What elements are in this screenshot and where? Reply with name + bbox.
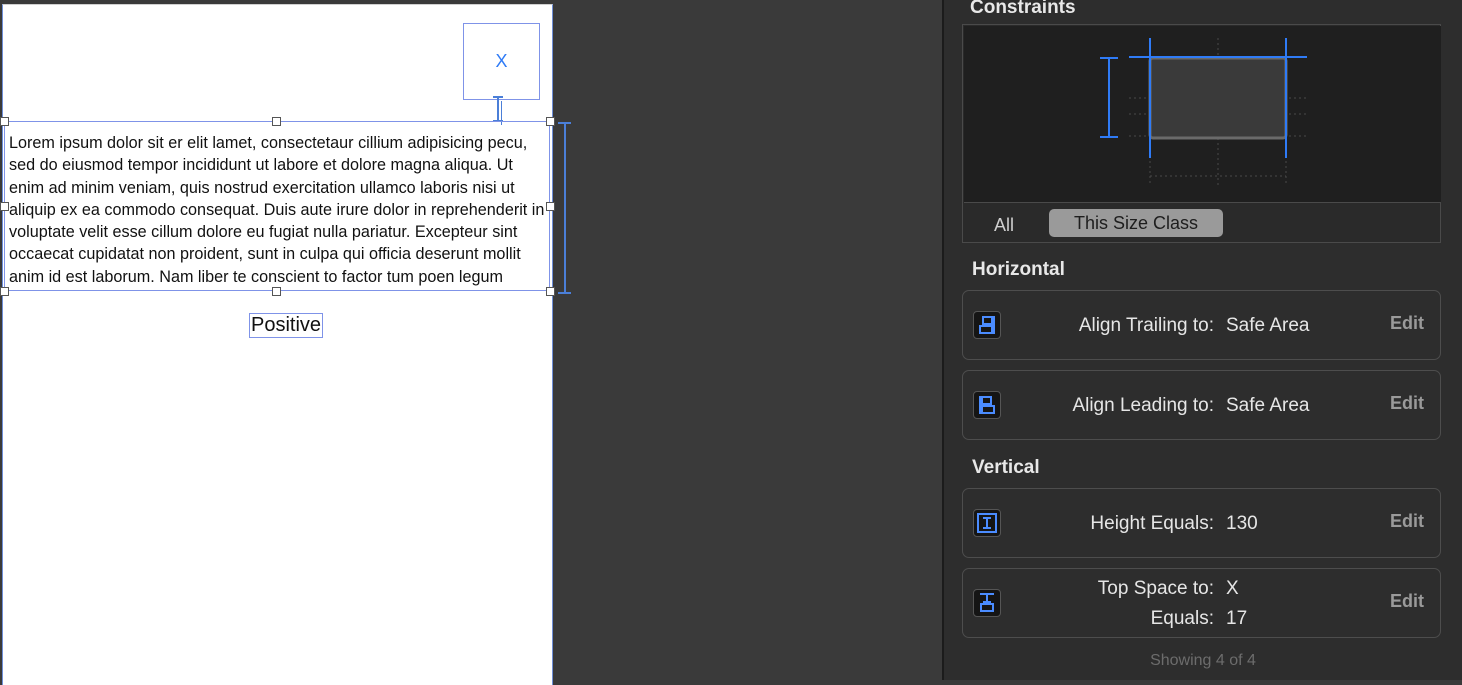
text-view-content: Lorem ipsum dolor sit er elit lamet, con… [9,134,545,286]
close-button-label: X [495,51,508,71]
height-icon [973,509,1001,537]
constraint-value: Safe Area [1226,315,1310,336]
device-frame[interactable]: X [2,4,553,685]
constraint-value: Safe Area [1226,395,1310,416]
constraints-diagram[interactable] [964,26,1441,202]
size-class-bar: All This Size Class [964,202,1441,243]
constraint-row-height[interactable]: Height Equals: 130 Edit [962,488,1441,558]
constraints-title: Constraints [970,0,1076,18]
constraints-count: Showing 4 of 4 [1150,652,1256,669]
top-space-icon [973,589,1001,617]
constraint-value: 130 [1226,513,1258,534]
align-trailing-icon [973,311,1001,339]
resize-handle-top-left[interactable] [0,117,9,126]
constraint-row-align-leading[interactable]: Align Leading to: Safe Area Edit [962,370,1441,440]
edit-button[interactable]: Edit [1390,393,1424,414]
resize-handle-left[interactable] [0,202,9,211]
constraint-label: Align Leading to: [1072,395,1214,416]
resize-handle-bottom-right[interactable] [546,287,555,296]
edit-button[interactable]: Edit [1390,313,1424,334]
vertical-title: Vertical [972,457,1040,478]
constraint-label: Align Trailing to: [1078,315,1214,336]
close-button[interactable]: X [463,23,540,100]
positive-label-text: Positive [251,314,322,336]
resize-handle-top[interactable] [272,117,281,126]
horizontal-title: Horizontal [972,259,1065,280]
size-class-all-button[interactable]: All [994,215,1014,236]
text-view[interactable]: Lorem ipsum dolor sit er elit lamet, con… [4,121,550,291]
constraints-preview: All This Size Class [962,24,1441,243]
constraint-value: X [1226,578,1239,599]
size-class-this-button[interactable]: This Size Class [1049,209,1223,237]
constraint-value-equals: 17 [1226,608,1248,629]
resize-handle-bottom[interactable] [272,287,281,296]
constraint-label: Top Space to: [1097,578,1214,599]
constraint-row-top-space[interactable]: Top Space to: X Equals: 17 Edit [962,568,1441,638]
align-leading-icon [973,391,1001,419]
positive-label[interactable]: Positive [249,313,324,338]
top-space-constraint-bar[interactable] [488,96,508,122]
constraint-label-equals: Equals: [1150,608,1214,629]
constraint-label: Height Equals: [1090,513,1214,534]
resize-handle-right[interactable] [546,202,555,211]
height-constraint-indicator[interactable] [556,122,572,294]
constraint-row-align-trailing[interactable]: Align Trailing to: Safe Area Edit [962,290,1441,360]
resize-handle-top-right[interactable] [546,117,555,126]
edit-button[interactable]: Edit [1390,511,1424,532]
edit-button[interactable]: Edit [1390,591,1424,612]
resize-handle-bottom-left[interactable] [0,287,9,296]
size-inspector: Constraints All This Size Class Horizont… [944,0,1462,680]
constraints-diagram-graphic [1100,38,1309,186]
